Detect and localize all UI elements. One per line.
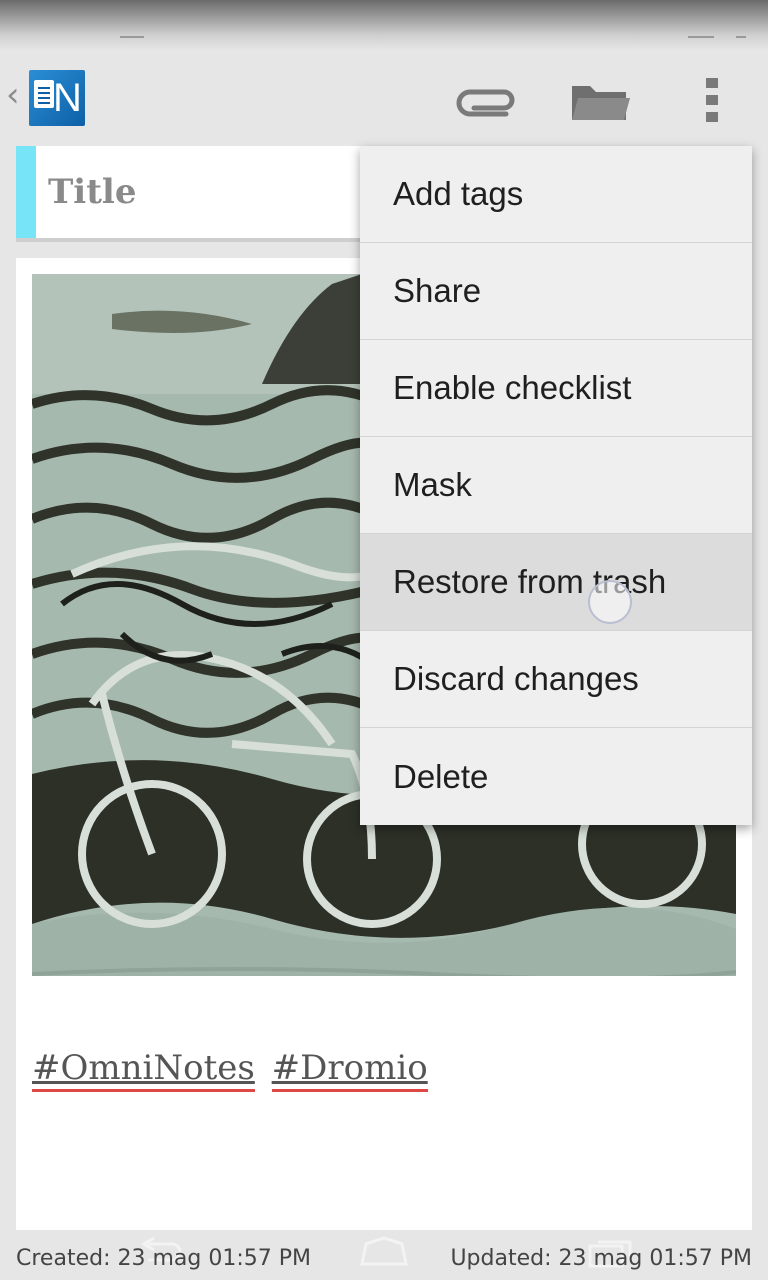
note-footer: Created: 23 mag 01:57 PM Updated: 23 mag… xyxy=(0,1234,768,1280)
tag-omninotes[interactable]: #OmniNotes xyxy=(32,1048,255,1092)
menu-item-share[interactable]: Share xyxy=(360,243,752,340)
created-date: Created: 23 mag 01:57 PM xyxy=(16,1246,311,1271)
menu-item-mask[interactable]: Mask xyxy=(360,437,752,534)
title-field[interactable]: Title xyxy=(16,146,360,242)
omni-notes-logo[interactable]: N xyxy=(29,70,85,126)
tag-dromio[interactable]: #Dromio xyxy=(271,1048,428,1092)
menu-item-restore-from-trash[interactable]: Restore from trash xyxy=(360,534,752,631)
logo-letter: N xyxy=(53,76,82,120)
action-bar: ‹ N xyxy=(0,50,768,146)
chevron-left-icon[interactable]: ‹ xyxy=(6,78,20,112)
updated-date: Updated: 23 mag 01:57 PM xyxy=(450,1246,752,1271)
status-bar xyxy=(0,0,768,50)
signal-indicator xyxy=(688,36,714,38)
more-vert-icon[interactable] xyxy=(696,72,728,128)
category-color-strip xyxy=(16,146,36,238)
menu-item-discard-changes[interactable]: Discard changes xyxy=(360,631,752,728)
note-sheet-icon xyxy=(34,80,54,108)
paperclip-icon[interactable] xyxy=(456,72,520,128)
touch-indicator xyxy=(588,580,632,624)
folder-icon[interactable] xyxy=(568,72,632,128)
status-indicator xyxy=(120,36,144,38)
battery-indicator xyxy=(736,36,746,38)
menu-item-enable-checklist[interactable]: Enable checklist xyxy=(360,340,752,437)
overflow-menu: Add tags Share Enable checklist Mask Res… xyxy=(360,146,752,825)
note-tags: #OmniNotes #Dromio xyxy=(32,1048,434,1092)
title-placeholder: Title xyxy=(48,172,137,212)
menu-item-delete[interactable]: Delete xyxy=(360,728,752,825)
menu-item-add-tags[interactable]: Add tags xyxy=(360,146,752,243)
